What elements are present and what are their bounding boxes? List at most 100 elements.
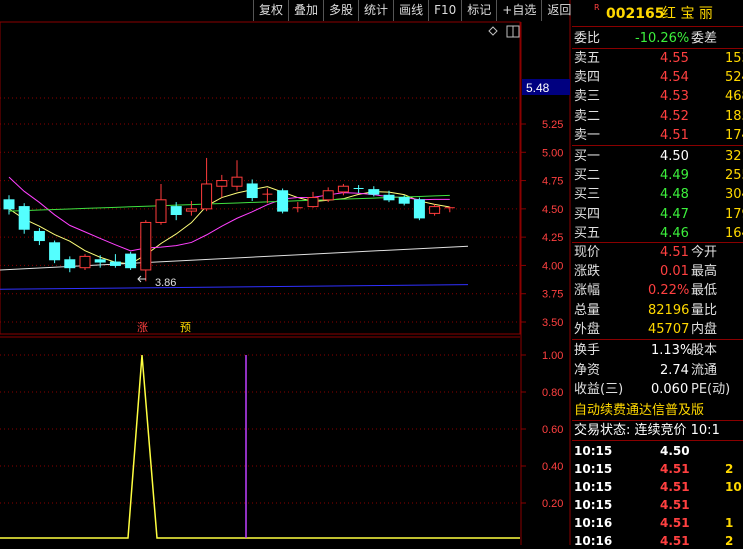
candle[interactable] [79, 254, 91, 270]
indicator-axis-label: 0.60 [542, 424, 563, 436]
quote-right-label: 内盘 [691, 321, 718, 337]
candle[interactable] [231, 160, 243, 191]
ask-label: 卖二 [574, 108, 601, 124]
ask-row: 卖五 4.55 153 [572, 49, 743, 68]
candle[interactable] [185, 200, 197, 216]
notice-banner-row[interactable]: 自动续费通达信普及版 [572, 401, 743, 420]
candle[interactable] [33, 228, 45, 246]
tick-row: 10:15 4.51 10 [572, 478, 743, 497]
price-axis-label: 3.75 [542, 289, 563, 301]
tick-time: 10:15 [574, 498, 613, 512]
candle-body [398, 197, 410, 204]
diamond-icon[interactable] [488, 26, 498, 36]
ask-volume: 185 [725, 108, 743, 124]
quote-value: 0.22% [648, 283, 690, 299]
ask-label: 卖四 [574, 70, 601, 86]
candle[interactable] [125, 251, 137, 270]
tick-row: 10:15 4.51 [572, 496, 743, 515]
tick-volume: 2 [725, 534, 734, 545]
bid-row: 买二 4.49 255 [572, 166, 743, 185]
candle-body [49, 242, 61, 261]
fuquan-button[interactable]: 复权 [253, 0, 288, 21]
candle-body [18, 206, 30, 230]
indicator-axis-label: 0.80 [542, 387, 563, 399]
candle[interactable] [201, 157, 213, 212]
tick-time: 10:15 [574, 480, 613, 494]
candle[interactable] [216, 174, 228, 198]
candle[interactable] [292, 202, 303, 213]
weibi-label: 委比 [574, 31, 601, 46]
candle[interactable] [155, 183, 167, 225]
candle[interactable] [429, 204, 441, 216]
candle-body [185, 208, 197, 212]
candle[interactable] [322, 187, 334, 203]
candle[interactable] [49, 240, 61, 264]
add-watchlist-button[interactable]: +自选 [496, 0, 541, 21]
bid-price: 4.48 [660, 187, 689, 203]
candle[interactable] [262, 188, 273, 204]
candle-body [79, 255, 91, 269]
notice-banner[interactable]: 自动续费通达信普及版 [574, 401, 704, 420]
candle-body [429, 206, 441, 214]
candle-body [277, 190, 289, 212]
quote-right-label: 最高 [691, 264, 718, 280]
tick-row: 10:15 4.51 2 [572, 460, 743, 479]
candle[interactable] [18, 203, 30, 234]
price-axis: 5.25 5.00 4.75 4.50 4.25 4.00 3.75 3.50 [521, 119, 563, 329]
candle[interactable] [307, 191, 319, 208]
kline-chart[interactable]: 5.25 5.00 4.75 4.50 4.25 4.00 3.75 3.50 1.00 0.8… [0, 0, 571, 545]
weicha-label: 委差 [691, 31, 718, 46]
price-axis-label: 5.00 [542, 147, 563, 159]
quote-value: 45707 [648, 321, 690, 337]
bid-volume: 304 [725, 187, 743, 203]
quote-label: 外盘 [574, 321, 601, 337]
candle[interactable] [246, 179, 258, 201]
bid-price: 4.49 [660, 168, 689, 184]
ask-volume: 468 [725, 89, 743, 105]
candle[interactable] [140, 220, 152, 282]
quote-label: 总量 [574, 302, 601, 318]
candle[interactable] [64, 256, 76, 273]
status-separator [572, 440, 743, 441]
candlesticks[interactable] [3, 157, 455, 282]
indicator-signal-line [0, 354, 520, 539]
f10-button[interactable]: F10 [428, 0, 461, 21]
candle-body [201, 183, 213, 210]
candle[interactable] [444, 206, 455, 213]
ma10-line [8, 176, 450, 252]
statistics-button[interactable]: 统计 [358, 0, 393, 21]
main-chart-frame [0, 21, 521, 335]
draw-line-button[interactable]: 画线 [393, 0, 428, 21]
ask-row: 卖二 4.52 185 [572, 107, 743, 126]
candle[interactable] [277, 188, 289, 214]
indicator-lines [0, 354, 520, 539]
tick-price: 4.51 [660, 516, 690, 530]
bid-label: 买三 [574, 187, 601, 203]
bid-row: 买五 4.46 164 [572, 224, 743, 243]
quote-row: 涨幅 0.22% 最低 [572, 281, 743, 300]
ask-price: 4.55 [660, 51, 689, 66]
chart-toolbar: 复权 叠加 多股 统计 画线 F10 标记 +自选 返回 [253, 0, 576, 22]
trade-status-row: 交易状态: 连续竞价 10:1 [572, 421, 743, 440]
trade-status: 交易状态: 连续竞价 10:1 [574, 423, 720, 438]
quote-separator [572, 339, 743, 340]
multi-stock-button[interactable]: 多股 [323, 0, 358, 21]
bid-label: 买四 [574, 206, 601, 222]
candle-body [337, 185, 349, 193]
overlay-button[interactable]: 叠加 [288, 0, 323, 21]
price-axis-label: 4.00 [542, 260, 563, 272]
mark-button[interactable]: 标记 [461, 0, 496, 21]
quote-row: 现价 4.51 今开 [572, 243, 743, 262]
ask-label: 卖五 [574, 51, 601, 66]
candle[interactable] [353, 185, 364, 194]
candle-body [64, 259, 76, 269]
kline-chart-area[interactable]: 5.25 5.00 4.75 4.50 4.25 4.00 3.75 3.50 1.00 0.8… [0, 0, 571, 545]
candle[interactable] [413, 197, 425, 221]
bid-volume: 255 [725, 168, 743, 184]
bid-row: 买三 4.48 304 [572, 185, 743, 204]
candle-body [246, 183, 258, 199]
ask-label: 卖一 [574, 127, 601, 143]
bid-volume: 164 [725, 225, 743, 241]
quote-right-label: 最低 [691, 283, 718, 299]
quote-value: 82196 [648, 302, 690, 318]
